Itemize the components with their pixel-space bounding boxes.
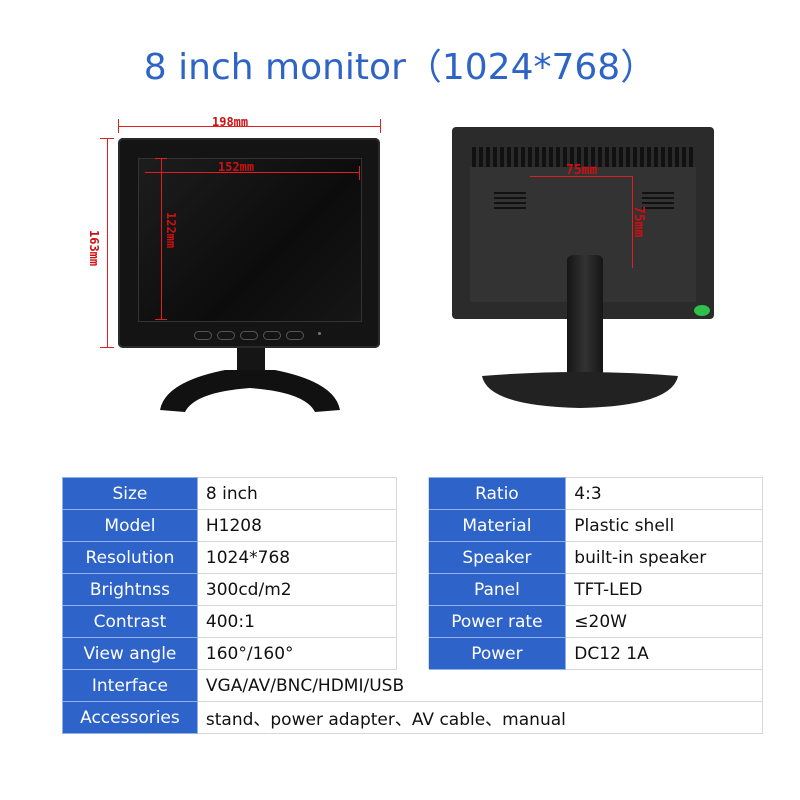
table-row: Brightnss 300cd/m2 Panel TFT-LED — [62, 573, 763, 606]
front-button-5 — [286, 331, 304, 340]
spec-label: Size — [62, 477, 198, 510]
spec-label: Ratio — [427, 477, 567, 510]
column-gap — [395, 477, 429, 510]
spec-label: View angle — [62, 637, 198, 670]
spec-value: 1024*768 — [196, 541, 397, 574]
back-stand-neck — [567, 255, 603, 385]
spec-label: Brightnss — [62, 573, 198, 606]
table-row: Model H1208 Material Plastic shell — [62, 509, 763, 542]
table-row: Size 8 inch Ratio 4:3 — [62, 477, 763, 510]
table-row: View angle 160°/160° Power DC12 1A — [62, 637, 763, 670]
screen-width-label: 152mm — [218, 160, 255, 174]
spec-label: Resolution — [62, 541, 198, 574]
column-gap — [395, 573, 429, 606]
spec-value: VGA/AV/BNC/HDMI/USB — [196, 669, 764, 702]
screen-height-line — [161, 158, 162, 320]
spec-value: built-in speaker — [565, 541, 763, 574]
table-row: Interface VGA/AV/BNC/HDMI/USB — [62, 669, 764, 702]
spec-label: Interface — [62, 669, 198, 702]
screen-height-tick-top — [155, 158, 167, 159]
spec-label: Contrast — [62, 605, 198, 638]
front-button-2 — [217, 331, 235, 340]
outer-height-line — [107, 138, 108, 348]
outer-height-tick-bottom — [100, 347, 114, 348]
column-gap — [395, 637, 429, 670]
spec-label: Power rate — [427, 605, 567, 638]
screen-width-tick — [359, 166, 360, 180]
spec-value: 300cd/m2 — [196, 573, 397, 606]
spec-value: TFT-LED — [565, 573, 763, 606]
front-button-1 — [194, 331, 212, 340]
spec-label: Power — [427, 637, 567, 670]
outer-height-label: 163mm — [87, 230, 101, 267]
screen-height-tick-bottom — [155, 319, 167, 320]
front-stand-base — [160, 370, 340, 412]
spec-value: 8 inch — [196, 477, 397, 510]
vesa-vertical-label: 75mm — [631, 206, 646, 238]
page-title: 8 inch monitor（1024*768） — [143, 47, 657, 88]
spec-value: stand、power adapter、AV cable、manual — [196, 701, 764, 734]
spec-label: Material — [427, 509, 567, 542]
speaker-grille-left — [494, 192, 526, 210]
back-stand-base — [482, 372, 678, 408]
outer-height-tick-top — [100, 138, 114, 139]
spec-label: Panel — [427, 573, 567, 606]
outer-width-tick-right — [380, 119, 381, 133]
table-row: Accessories stand、power adapter、AV cable… — [62, 701, 764, 734]
column-gap — [395, 509, 429, 542]
table-row: Resolution 1024*768 Speaker built-in spe… — [62, 541, 763, 574]
column-gap — [395, 541, 429, 574]
spec-value: Plastic shell — [565, 509, 763, 542]
spec-value: DC12 1A — [565, 637, 763, 670]
spec-value: H1208 — [196, 509, 397, 542]
front-button-3 — [240, 331, 258, 340]
front-button-4 — [263, 331, 281, 340]
spec-label: Accessories — [62, 701, 198, 734]
spec-value: ≤20W — [565, 605, 763, 638]
table-row: Contrast 400:1 Power rate ≤20W — [62, 605, 763, 638]
vesa-horizontal-label: 75mm — [566, 163, 598, 178]
outer-width-tick-left — [118, 119, 119, 133]
speaker-grille-right — [642, 192, 674, 210]
outer-width-label: 198mm — [212, 115, 249, 129]
column-gap — [395, 605, 429, 638]
outer-width-line — [118, 126, 380, 127]
spec-table: Size 8 inch Ratio 4:3 Model H1208 Materi… — [62, 477, 764, 734]
spec-value: 400:1 — [196, 605, 397, 638]
power-led — [318, 332, 321, 335]
spec-value: 4:3 — [565, 477, 763, 510]
spec-label: Speaker — [427, 541, 567, 574]
eco-sticker — [694, 305, 710, 316]
screen-height-label: 122mm — [164, 212, 178, 249]
spec-label: Model — [62, 509, 198, 542]
spec-value: 160°/160° — [196, 637, 397, 670]
